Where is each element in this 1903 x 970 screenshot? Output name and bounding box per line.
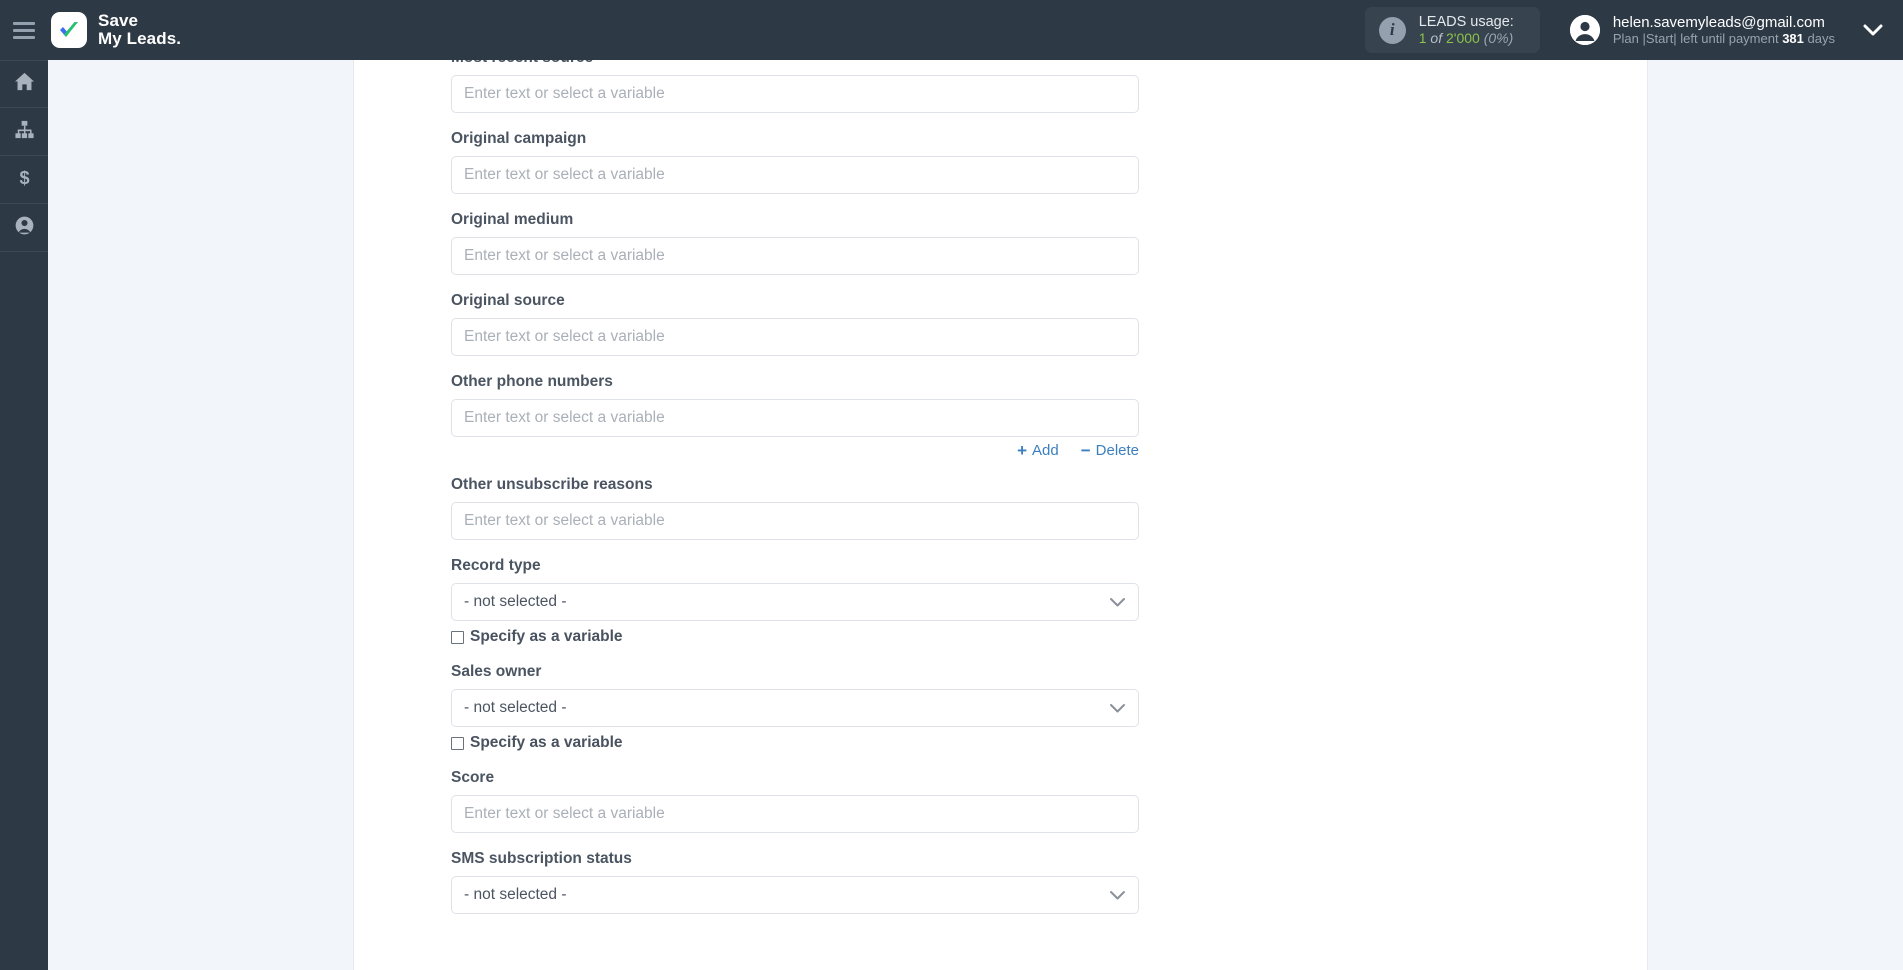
field-label: Original campaign [451, 130, 587, 147]
brand-logo-link[interactable]: Save My Leads. [51, 12, 181, 48]
add-icon: + [1017, 441, 1027, 460]
content-panel: Most recent source Original campaign Origi… [353, 60, 1648, 970]
hamburger-bar [13, 28, 35, 32]
variable-text-input[interactable] [451, 399, 1139, 437]
variable-text-input[interactable] [451, 156, 1139, 194]
sidebar-item-home[interactable] [0, 60, 48, 108]
fields-mapping-form: Most recent source Original campaign Origi… [451, 60, 1141, 930]
select-dropdown[interactable]: - not selected - [451, 689, 1139, 727]
add-row-button[interactable]: + Add [1017, 442, 1059, 459]
brand-line-1: Save [98, 11, 139, 30]
specify-as-variable-checkbox[interactable] [451, 736, 464, 750]
hamburger-bar [13, 21, 35, 25]
hamburger-icon[interactable] [0, 0, 48, 60]
field-label: Original source [451, 292, 565, 309]
hamburger-bar [13, 35, 35, 39]
select-wrapper: - not selected - [451, 689, 1139, 727]
top-bar: Save My Leads. i LEADS usage: 1 of 2'000… [0, 0, 1903, 60]
account-plan-suffix: days [1807, 30, 1835, 46]
variable-text-input[interactable] [451, 237, 1139, 275]
account-text-group: helen.savemyleads@gmail.com Plan |Start|… [1613, 14, 1835, 47]
form-field: SMS subscription status - not selected - [451, 849, 1141, 914]
add-label: Add [1032, 442, 1059, 459]
specify-as-variable-checkbox[interactable] [451, 630, 464, 644]
user-icon [14, 215, 35, 241]
specify-as-variable-checkbox-row[interactable]: Specify as a variable [451, 628, 1141, 646]
sidebar-item-connections[interactable] [0, 108, 48, 156]
usage-percent: (0%) [1483, 29, 1514, 46]
field-label: Score [451, 769, 495, 786]
info-icon: i [1378, 16, 1406, 44]
variable-text-input[interactable] [451, 502, 1139, 540]
specify-as-variable-checkbox-row[interactable]: Specify as a variable [451, 734, 1141, 752]
brand-line-2: My Leads. [98, 29, 182, 48]
form-field: Sales owner - not selected - Specify as a … [451, 662, 1141, 752]
usage-title: LEADS usage: [1418, 13, 1514, 30]
field-label: Record type [451, 557, 541, 574]
form-field: Other unsubscribe reasons [451, 475, 1141, 540]
field-label: Other unsubscribe reasons [451, 476, 653, 493]
delete-icon: − [1080, 441, 1091, 460]
account-email: helen.savemyleads@gmail.com [1612, 13, 1825, 31]
sidebar-item-billing[interactable]: $ [0, 156, 48, 204]
delete-row-button[interactable]: − Delete [1081, 442, 1139, 459]
usage-values: 1 of 2'000 (0%) [1419, 30, 1514, 47]
account-widget[interactable]: helen.savemyleads@gmail.com Plan |Start|… [1569, 14, 1843, 47]
select-value: - not selected - [464, 699, 567, 716]
select-value: - not selected - [464, 886, 567, 903]
user-avatar-icon [1569, 15, 1600, 45]
specify-as-variable-label: Specify as a variable [470, 734, 623, 751]
variable-text-input[interactable] [451, 75, 1139, 113]
usage-total: 2'000 [1445, 29, 1480, 46]
field-label: Other phone numbers [451, 373, 613, 390]
select-dropdown[interactable]: - not selected - [451, 583, 1139, 621]
field-label: Original medium [451, 211, 574, 228]
sidebar-item-profile[interactable] [0, 204, 48, 252]
usage-used: 1 [1418, 29, 1427, 46]
usage-of-word: of [1430, 29, 1443, 46]
form-field: Most recent source [451, 60, 1141, 113]
checkmark-logo-icon [51, 12, 87, 48]
select-value: - not selected - [464, 593, 567, 610]
account-plan: Plan |Start| left until payment 381 days [1613, 31, 1835, 47]
field-label: SMS subscription status [451, 850, 632, 867]
form-field: Score [451, 768, 1141, 833]
brand-text: Save My Leads. [98, 12, 181, 48]
form-field: Original source [451, 291, 1141, 356]
form-field: Record type - not selected - Specify as a … [451, 556, 1141, 646]
delete-label: Delete [1095, 442, 1139, 459]
field-label: Sales owner [451, 663, 542, 680]
dollar-icon: $ [14, 167, 35, 193]
specify-as-variable-label: Specify as a variable [470, 628, 623, 645]
field-label: Most recent source [451, 60, 1141, 68]
form-field: Other phone numbers + Add −Delete [451, 372, 1141, 459]
variable-text-input[interactable] [451, 318, 1139, 356]
form-field: Original campaign [451, 129, 1141, 194]
sitemap-icon [14, 119, 35, 145]
page-background: Most recent source Original campaign Origi… [48, 60, 1903, 970]
select-wrapper: - not selected - [451, 876, 1139, 914]
select-wrapper: - not selected - [451, 583, 1139, 621]
form-field: Original medium [451, 210, 1141, 275]
select-dropdown[interactable]: - not selected - [451, 876, 1139, 914]
variable-text-input[interactable] [451, 795, 1139, 833]
left-sidebar: $ [0, 60, 48, 970]
account-plan-prefix: Plan |Start| left until payment [1612, 30, 1779, 46]
row-actions: + Add − Delete [451, 442, 1139, 459]
account-plan-days: 381 [1782, 30, 1804, 46]
chevron-down-icon[interactable] [1843, 0, 1903, 60]
leads-usage-widget[interactable]: i LEADS usage: 1 of 2'000 (0%) [1364, 7, 1540, 53]
home-icon [14, 71, 35, 97]
svg-text:$: $ [19, 168, 29, 188]
usage-text-group: LEADS usage: 1 of 2'000 (0%) [1419, 14, 1514, 47]
